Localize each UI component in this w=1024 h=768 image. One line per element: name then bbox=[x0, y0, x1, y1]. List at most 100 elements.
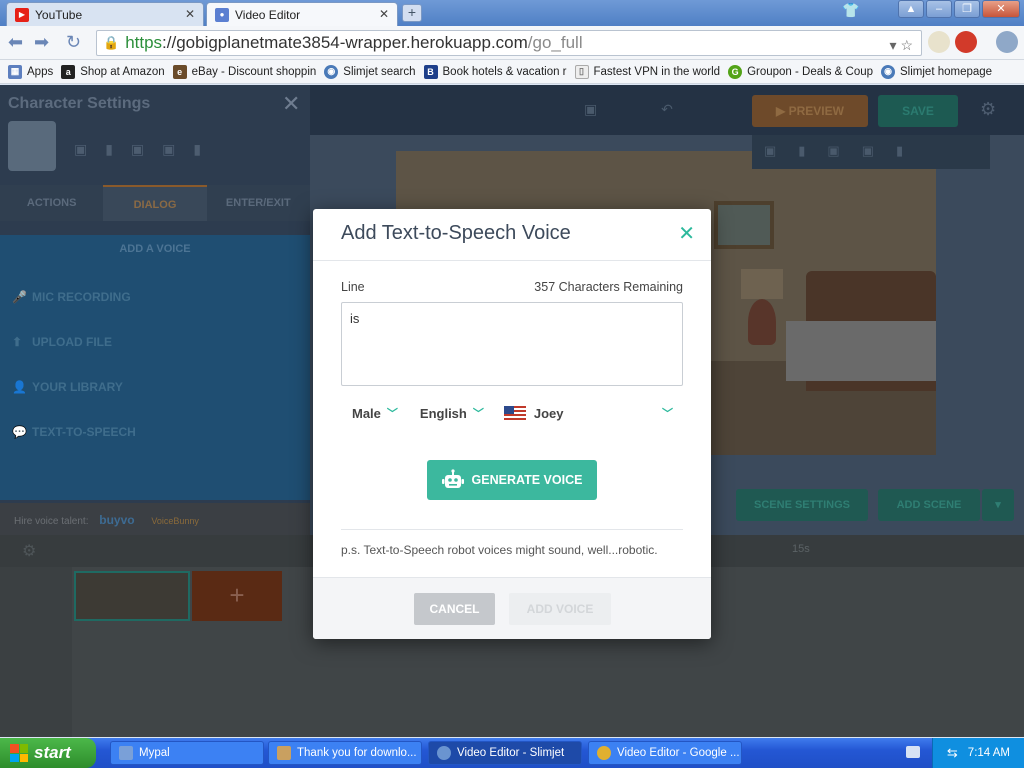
windows-logo-icon bbox=[10, 744, 28, 762]
save-button[interactable]: SAVE bbox=[878, 95, 958, 127]
speech-icon: 💬 bbox=[12, 425, 27, 439]
maximize-icon[interactable]: ❐ bbox=[954, 0, 980, 18]
close-tab-icon[interactable]: ✕ bbox=[379, 7, 389, 21]
bookmark-label: Book hotels & vacation r bbox=[442, 65, 567, 78]
scene-thumbnail[interactable] bbox=[74, 571, 190, 621]
voice-select[interactable]: Joey ﹀ bbox=[503, 405, 683, 421]
character-tools: ▣▮▣▣▮ bbox=[74, 141, 220, 157]
bookmark-ebay[interactable]: e eBay - Discount shoppin bbox=[172, 64, 317, 79]
bookmark-apps[interactable]: ▦ Apps bbox=[8, 64, 54, 79]
add-voice-button[interactable]: ADD VOICE bbox=[509, 593, 611, 625]
window-controls: ▲ – ❐ ✕ bbox=[898, 0, 1020, 18]
booking-icon: B bbox=[423, 64, 438, 79]
amazon-icon: a bbox=[61, 64, 76, 79]
bookmark-booking[interactable]: B Book hotels & vacation r bbox=[423, 64, 567, 79]
tab-actions[interactable]: ACTIONS bbox=[0, 185, 103, 221]
cancel-button[interactable]: CANCEL bbox=[414, 593, 495, 625]
close-icon[interactable]: ✕ bbox=[678, 221, 695, 246]
voice-option-tts[interactable]: 💬 TEXT-TO-SPEECH bbox=[12, 425, 136, 439]
gear-icon[interactable]: ⚙ bbox=[22, 541, 36, 561]
voice-option-upload[interactable]: ⬆ UPLOAD FILE bbox=[12, 335, 112, 349]
task-thank-you[interactable]: Thank you for downlo... bbox=[268, 741, 422, 765]
modal-title: Add Text-to-Speech Voice bbox=[341, 222, 571, 244]
chevron-down-icon: ﹀ bbox=[662, 408, 673, 420]
video-editor-icon: ● bbox=[215, 7, 229, 22]
minimize-icon[interactable]: – bbox=[926, 0, 952, 18]
library-icon: 👤 bbox=[12, 380, 27, 394]
upload-icon: ⬆ bbox=[12, 335, 23, 349]
clock: 7:14 AM bbox=[967, 747, 1010, 759]
close-panel-icon[interactable]: ✕ bbox=[282, 91, 300, 117]
youtube-icon: ▶ bbox=[15, 7, 29, 22]
adblock-icon[interactable] bbox=[955, 31, 977, 53]
bookmark-star-icon[interactable]: ▾ ☆ bbox=[890, 37, 913, 54]
tab-video-editor[interactable]: ● Video Editor ✕ bbox=[206, 2, 398, 26]
add-voice-header: ADD A VOICE bbox=[119, 243, 191, 255]
back-arrow-icon[interactable]: ⬅ bbox=[8, 32, 23, 53]
modal-header: Add Text-to-Speech Voice ✕ bbox=[313, 209, 711, 261]
close-window-icon[interactable]: ✕ bbox=[982, 0, 1020, 18]
buyvo-link[interactable]: buyvo bbox=[99, 513, 134, 527]
system-tray: ⇆ 7:14 AM bbox=[932, 738, 1024, 768]
stage-tools: ▣▮▣▣▮ bbox=[752, 135, 990, 169]
task-video-editor-chrome[interactable]: Video Editor - Google ... bbox=[588, 741, 742, 765]
task-mypal[interactable]: Mypal bbox=[110, 741, 264, 765]
task-video-editor-slimjet[interactable]: Video Editor - Slimjet bbox=[428, 741, 582, 765]
tab-youtube[interactable]: ▶ YouTube ✕ bbox=[6, 2, 204, 26]
user-icon[interactable]: ▲ bbox=[898, 0, 924, 18]
home-icon[interactable] bbox=[928, 31, 950, 53]
lock-icon: 🔒 bbox=[103, 35, 120, 50]
network-icon[interactable]: ⇆ bbox=[947, 745, 958, 761]
bookmark-label: eBay - Discount shoppin bbox=[191, 65, 317, 78]
voicebunny-link[interactable]: VoiceBunny bbox=[151, 516, 199, 526]
new-tab-button[interactable]: + bbox=[402, 4, 422, 22]
bookmark-label: Apps bbox=[27, 65, 54, 78]
characters-remaining: 357 Characters Remaining bbox=[534, 280, 683, 294]
browser-toolbar: ⬅ ➡ ↻ 🔒 https ://gobigplanetmate3854-wra… bbox=[0, 26, 1024, 60]
hire-voice-talent: Hire voice talent: buyvo VoiceBunny bbox=[0, 503, 310, 535]
bed-sheet bbox=[786, 321, 936, 381]
close-tab-icon[interactable]: ✕ bbox=[185, 7, 195, 21]
bookmark-groupon[interactable]: G Groupon - Deals & Coup bbox=[728, 64, 873, 79]
add-scene-thumbnail[interactable]: + bbox=[192, 571, 282, 621]
gear-icon[interactable]: ⚙ bbox=[980, 99, 996, 120]
voice-option-mic[interactable]: 🎤 MIC RECORDING bbox=[12, 290, 131, 304]
reload-icon[interactable]: ↻ bbox=[66, 32, 81, 53]
bookmark-amazon[interactable]: a Shop at Amazon bbox=[61, 64, 165, 79]
line-textarea[interactable] bbox=[341, 302, 683, 386]
slimjet-icon: ◉ bbox=[881, 64, 896, 79]
us-flag-icon bbox=[503, 406, 526, 420]
divider bbox=[341, 529, 683, 530]
generate-voice-button[interactable]: GENERATE VOICE bbox=[427, 460, 597, 500]
address-bar[interactable]: 🔒 https ://gobigplanetmate3854-wrapper.h… bbox=[96, 30, 922, 56]
bookmark-vpn[interactable]: ▯ Fastest VPN in the world bbox=[574, 64, 720, 79]
edit-tools: ▣ ↶ bbox=[584, 101, 703, 117]
add-voice-box: ADD A VOICE 🎤 MIC RECORDING ⬆ UPLOAD FILE … bbox=[0, 235, 310, 500]
modal-footer: CANCEL ADD VOICE bbox=[313, 577, 711, 639]
character-avatar[interactable] bbox=[8, 121, 56, 171]
theme-shirt-icon[interactable]: 👕 bbox=[842, 2, 860, 20]
preview-button[interactable]: ▶ PREVIEW bbox=[752, 95, 868, 127]
page-icon: ▯ bbox=[574, 64, 589, 79]
tts-modal: Add Text-to-Speech Voice ✕ Line 357 Char… bbox=[313, 209, 711, 639]
voice-option-library[interactable]: 👤 YOUR LIBRARY bbox=[12, 380, 123, 394]
menu-globe-icon[interactable] bbox=[996, 31, 1018, 53]
add-scene-button[interactable]: ADD SCENE bbox=[878, 489, 980, 521]
bookmark-slimjet-search[interactable]: ◉ Slimjet search bbox=[324, 64, 416, 79]
forward-arrow-icon[interactable]: ➡ bbox=[34, 32, 49, 53]
gender-select[interactable]: Male ﹀ bbox=[352, 405, 398, 421]
browser-tabstrip: ▶ YouTube ✕ ● Video Editor ✕ + 👕 ▲ – ❐ ✕ bbox=[0, 0, 1024, 26]
start-button[interactable]: start bbox=[0, 738, 96, 768]
slimjet-icon: ◉ bbox=[324, 64, 339, 79]
tab-enter-exit[interactable]: ENTER/EXIT bbox=[207, 185, 310, 221]
tab-dialog[interactable]: DIALOG bbox=[103, 185, 207, 221]
tab-label: Video Editor bbox=[235, 7, 301, 22]
scene-settings-button[interactable]: SCENE SETTINGS bbox=[736, 489, 868, 521]
add-scene-dropdown[interactable]: ▾ bbox=[982, 489, 1014, 521]
language-select[interactable]: English ﹀ bbox=[420, 405, 484, 421]
bookmark-slimjet-home[interactable]: ◉ Slimjet homepage bbox=[881, 64, 992, 79]
keyboard-icon[interactable] bbox=[906, 746, 920, 758]
panel-title: Character Settings bbox=[8, 95, 151, 112]
chevron-down-icon: ﹀ bbox=[386, 408, 398, 420]
windows-taskbar: start Mypal Thank you for downlo... Vide… bbox=[0, 738, 1024, 768]
